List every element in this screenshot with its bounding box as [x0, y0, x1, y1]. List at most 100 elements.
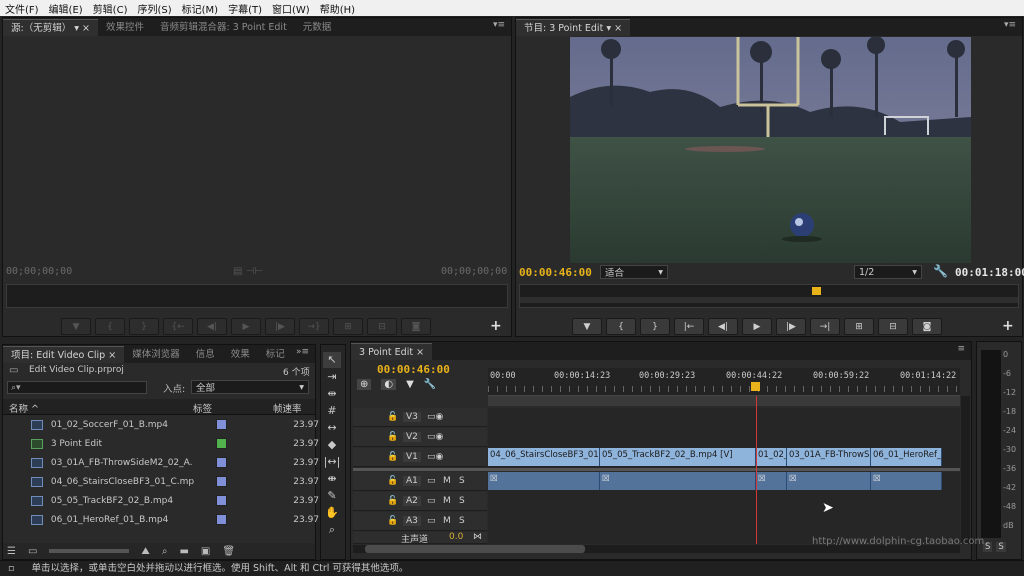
slide-tool-icon[interactable]: ⇼ — [323, 471, 341, 487]
list-view-icon[interactable]: ☰ — [7, 546, 16, 557]
linked-selection-icon[interactable]: ◐ — [381, 379, 397, 390]
tab-markers[interactable]: 标记 — [258, 346, 293, 363]
program-goto-out-button[interactable]: →| — [810, 318, 840, 335]
menu-help[interactable]: 帮助(H) — [315, 1, 360, 16]
label-swatch[interactable] — [216, 495, 228, 506]
v1-clip[interactable]: 03_01A_FB-ThrowSi — [787, 448, 871, 466]
mute-button[interactable]: M — [443, 476, 451, 486]
program-play-button[interactable]: ▶ — [742, 318, 772, 335]
program-panel-menu-icon[interactable]: ▾≡ — [1004, 20, 1016, 30]
zoom-tool-icon[interactable]: ⌕ — [323, 522, 341, 538]
col-name-header[interactable]: 名称 ^ — [9, 401, 39, 415]
label-swatch[interactable] — [216, 457, 228, 468]
program-resolution-dropdown[interactable]: 1/2 ▾ — [854, 265, 922, 279]
source-step-back-button[interactable]: ◀| — [197, 318, 227, 335]
program-export-frame-button[interactable]: ◙ — [912, 318, 942, 335]
sync-lock-icon[interactable]: ▭ — [427, 496, 436, 506]
v1-clip[interactable]: 04_06_StairsCloseBF3_01 — [488, 448, 600, 466]
col-fps-header[interactable]: 帧速率 — [273, 401, 302, 415]
track-select-tool-icon[interactable]: ⇥ — [323, 369, 341, 385]
tab-source[interactable]: 源:（无剪辑） ▾ × — [3, 19, 98, 36]
timeline-panel-menu-icon[interactable]: ≡ — [957, 344, 965, 354]
meter-solo-right[interactable]: S — [996, 542, 1006, 552]
source-step-forward-button[interactable]: |▶ — [265, 318, 295, 335]
source-scrubber[interactable] — [6, 284, 508, 308]
sync-lock-icon[interactable]: ▭ — [427, 516, 436, 526]
source-goto-out-button[interactable]: →} — [299, 318, 329, 335]
panel-menu-icon[interactable]: ▾≡ — [493, 20, 505, 30]
program-goto-in-button[interactable]: |← — [674, 318, 704, 335]
track-label[interactable]: A1 — [403, 476, 421, 486]
master-volume[interactable]: 0.0 — [449, 532, 463, 542]
a1-clip[interactable]: ☒ — [488, 472, 600, 490]
list-item[interactable]: 03_01A_FB-ThrowSideM2_02_A. 23.97 — [3, 453, 319, 472]
track-label[interactable]: V2 — [403, 432, 421, 442]
col-label-header[interactable]: 标签 — [193, 401, 212, 415]
icon-view-icon[interactable]: ▭ — [28, 546, 37, 557]
label-swatch[interactable] — [216, 438, 228, 449]
tab-metadata[interactable]: 元数据 — [295, 19, 340, 36]
new-bin-icon[interactable]: ▬ — [179, 546, 188, 557]
delete-icon[interactable]: 🗑 — [222, 546, 235, 557]
track-label[interactable]: V3 — [403, 412, 421, 422]
source-marker-button[interactable]: ▼ — [61, 318, 91, 335]
program-scrubber[interactable] — [519, 284, 1019, 308]
tab-audio-mixer[interactable]: 音频剪辑混合器: 3 Point Edit — [152, 19, 295, 36]
solo-button[interactable]: S — [459, 496, 465, 506]
list-item[interactable]: 06_01_HeroRef_01_B.mp4 23.97 — [3, 510, 319, 529]
snap-icon[interactable]: ⊕ — [357, 379, 372, 390]
program-step-forward-button[interactable]: |▶ — [776, 318, 806, 335]
rate-stretch-tool-icon[interactable]: ↔ — [323, 420, 341, 436]
scroll-thumb[interactable] — [365, 545, 585, 553]
timeline-timecode[interactable]: 00:00:46:00 — [377, 363, 450, 376]
v1-clip[interactable]: 05_05_TrackBF2_02_B.mp4 [V] — [600, 448, 756, 466]
source-play-button[interactable]: ▶ — [231, 318, 261, 335]
work-area-bar[interactable] — [488, 396, 960, 406]
lock-icon[interactable]: 🔓 — [387, 496, 398, 506]
source-settings-icon[interactable]: ▤ ⊣⊢ — [233, 266, 263, 277]
sync-lock-icon[interactable]: ▭ — [427, 476, 436, 486]
menu-title[interactable]: 字幕(T) — [223, 1, 267, 16]
list-item[interactable]: 05_05_TrackBF2_02_B.mp4 23.97 — [3, 491, 319, 510]
tab-effects[interactable]: 效果 — [223, 346, 258, 363]
lock-icon[interactable]: 🔓 — [387, 412, 398, 422]
tab-media-browser[interactable]: 媒体浏览器 — [124, 346, 188, 363]
slip-tool-icon[interactable]: |↔| — [323, 454, 341, 470]
solo-button[interactable]: S — [459, 476, 465, 486]
lock-icon[interactable]: 🔓 — [387, 476, 398, 486]
razor-tool-icon[interactable]: ◆ — [323, 437, 341, 453]
solo-button[interactable]: S — [459, 516, 465, 526]
a1-clip[interactable]: ☒ — [600, 472, 756, 490]
mute-button[interactable]: M — [443, 516, 451, 526]
toggle-output-icon[interactable]: ▭◉ — [427, 432, 443, 442]
lock-icon[interactable]: 🔓 — [387, 452, 398, 462]
list-item[interactable]: 04_06_StairsCloseBF3_01_C.mp 23.97 — [3, 472, 319, 491]
find-icon[interactable]: ⌕ — [162, 546, 168, 557]
source-overwrite-button[interactable]: ⊟ — [367, 318, 397, 335]
v1-clip[interactable]: 01_02_ — [756, 448, 787, 466]
new-item-icon[interactable]: ▣ — [201, 546, 210, 557]
v1-clip[interactable]: 06_01_HeroRef_ — [871, 448, 942, 466]
in-point-dropdown[interactable]: 全部 ▾ — [191, 380, 309, 394]
label-swatch[interactable] — [216, 514, 228, 525]
list-item[interactable]: 01_02_SoccerF_01_B.mp4 23.97 — [3, 415, 319, 434]
program-timecode[interactable]: 00:00:46:00 — [519, 266, 592, 279]
mute-button[interactable]: M — [443, 496, 451, 506]
timeline-playhead-handle[interactable] — [751, 382, 760, 391]
rolling-edit-tool-icon[interactable]: # — [323, 403, 341, 419]
tab-effect-controls[interactable]: 效果控件 — [98, 19, 152, 36]
program-mark-out-button[interactable]: } — [640, 318, 670, 335]
menu-window[interactable]: 窗口(W) — [267, 1, 315, 16]
master-expand-icon[interactable]: ⋈ — [473, 532, 482, 542]
source-goto-in-button[interactable]: {← — [163, 318, 193, 335]
lock-icon[interactable]: 🔓 — [387, 516, 398, 526]
selection-tool-icon[interactable]: ↖ — [323, 352, 341, 368]
toggle-output-icon[interactable]: ▭◉ — [427, 412, 443, 422]
source-insert-button[interactable]: ⊞ — [333, 318, 363, 335]
program-fit-dropdown[interactable]: 适合 ▾ — [600, 265, 668, 279]
tab-info[interactable]: 信息 — [188, 346, 223, 363]
label-swatch[interactable] — [216, 476, 228, 487]
menu-file[interactable]: 文件(F) — [0, 1, 44, 16]
hand-tool-icon[interactable]: ✋ — [323, 505, 341, 521]
timeline-vertical-scrollbar[interactable] — [961, 396, 970, 544]
